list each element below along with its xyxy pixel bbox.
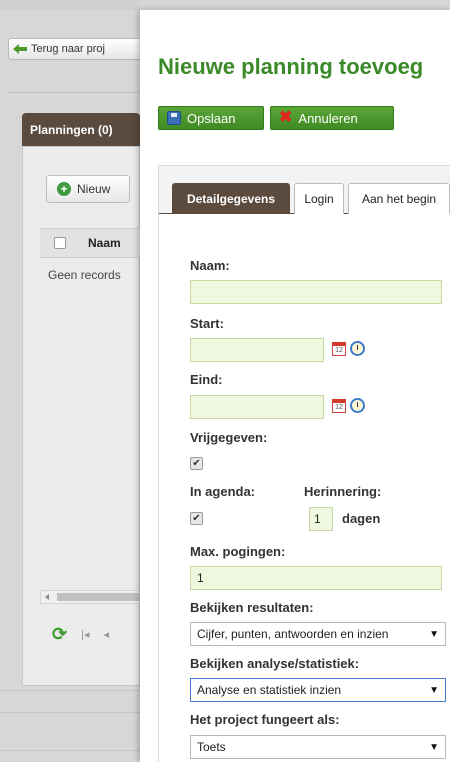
divider: [8, 92, 140, 93]
new-button-label: Nieuw: [77, 182, 111, 196]
view-results-label: Bekijken resultaten:: [190, 600, 314, 615]
end-label: Eind:: [190, 372, 223, 387]
scroll-left-icon[interactable]: [45, 594, 49, 600]
select-all-checkbox[interactable]: [54, 237, 66, 249]
form-panel: Detailgegevens Login Aan het begin Naam:…: [158, 165, 450, 762]
save-button[interactable]: Opslaan: [158, 106, 264, 130]
clock-icon[interactable]: [350, 398, 365, 413]
reminder-label: Herinnering:: [304, 484, 382, 499]
clock-icon[interactable]: [350, 341, 365, 356]
pager-prev-icon[interactable]: ◂: [103, 628, 109, 641]
back-to-project-button[interactable]: Terug naar proj: [8, 38, 158, 60]
tab-at-start[interactable]: Aan het begin: [348, 183, 450, 214]
view-results-value: Cijfer, punten, antwoorden en inzien: [197, 627, 389, 641]
grid-header: Naam: [40, 228, 140, 258]
horizontal-scrollbar[interactable]: [40, 590, 141, 604]
max-attempts-label: Max. pogingen:: [190, 544, 286, 559]
tab-strip: Detailgegevens Login Aan het begin: [159, 166, 450, 214]
page-title: Nieuwe planning toevoeg: [158, 54, 424, 79]
calendar-icon[interactable]: 12: [332, 342, 346, 356]
top-strip: [0, 0, 140, 10]
divider: [0, 750, 140, 751]
caret-down-icon: ▼: [429, 684, 439, 696]
divider: [0, 690, 140, 691]
grid-column-name[interactable]: Naam: [88, 236, 121, 250]
cancel-button-label: Annuleren: [298, 110, 358, 126]
scrollbar-thumb[interactable]: [57, 593, 141, 601]
arrow-left-icon: [13, 44, 27, 54]
new-button[interactable]: + Nieuw: [46, 175, 130, 203]
tab-plannings[interactable]: Planningen (0): [22, 113, 140, 146]
pager: ⟳ |◂ ◂: [52, 624, 109, 645]
caret-down-icon: ▼: [429, 628, 439, 640]
cancel-button[interactable]: ✖ Annuleren: [270, 106, 394, 130]
in-agenda-label: In agenda:: [190, 484, 256, 499]
reminder-unit: dagen: [342, 511, 381, 526]
save-button-label: Opslaan: [187, 110, 236, 126]
max-attempts-input[interactable]: [190, 566, 442, 590]
refresh-icon[interactable]: ⟳: [52, 624, 67, 645]
reminder-days-input[interactable]: [309, 507, 333, 531]
plus-circle-icon: +: [57, 182, 71, 196]
start-label: Start:: [190, 316, 224, 331]
project-acts-as-label: Het project fungeert als:: [190, 712, 340, 727]
view-analysis-select[interactable]: Analyse en statistiek inzien ▼: [190, 678, 446, 702]
no-records-text: Geen records: [48, 268, 121, 282]
project-acts-as-select[interactable]: Toets ▼: [190, 735, 446, 759]
name-label: Naam:: [190, 258, 230, 273]
view-analysis-label: Bekijken analyse/statistiek:: [190, 656, 360, 671]
new-planning-modal: Nieuwe planning toevoeg Opslaan ✖ Annule…: [140, 10, 450, 762]
plannings-panel: [22, 146, 140, 686]
caret-down-icon: ▼: [429, 741, 439, 753]
released-checkbox[interactable]: ✔: [190, 457, 203, 470]
in-agenda-checkbox[interactable]: ✔: [190, 512, 203, 525]
tab-login[interactable]: Login: [294, 183, 344, 214]
back-button-label: Terug naar proj: [31, 43, 105, 55]
tab-plannings-label: Planningen (0): [30, 122, 113, 137]
pager-first-icon[interactable]: |◂: [81, 628, 89, 641]
end-date-input[interactable]: [190, 395, 324, 419]
close-icon: ✖: [279, 109, 293, 126]
released-label: Vrijgegeven:: [190, 430, 268, 445]
divider: [0, 712, 140, 713]
name-input[interactable]: [190, 280, 442, 304]
calendar-icon[interactable]: 12: [332, 399, 346, 413]
view-analysis-value: Analyse en statistiek inzien: [197, 683, 342, 697]
project-acts-as-value: Toets: [197, 740, 226, 754]
start-date-input[interactable]: [190, 338, 324, 362]
tab-details[interactable]: Detailgegevens: [172, 183, 290, 214]
floppy-disk-icon: [167, 111, 181, 125]
view-results-select[interactable]: Cijfer, punten, antwoorden en inzien ▼: [190, 622, 446, 646]
